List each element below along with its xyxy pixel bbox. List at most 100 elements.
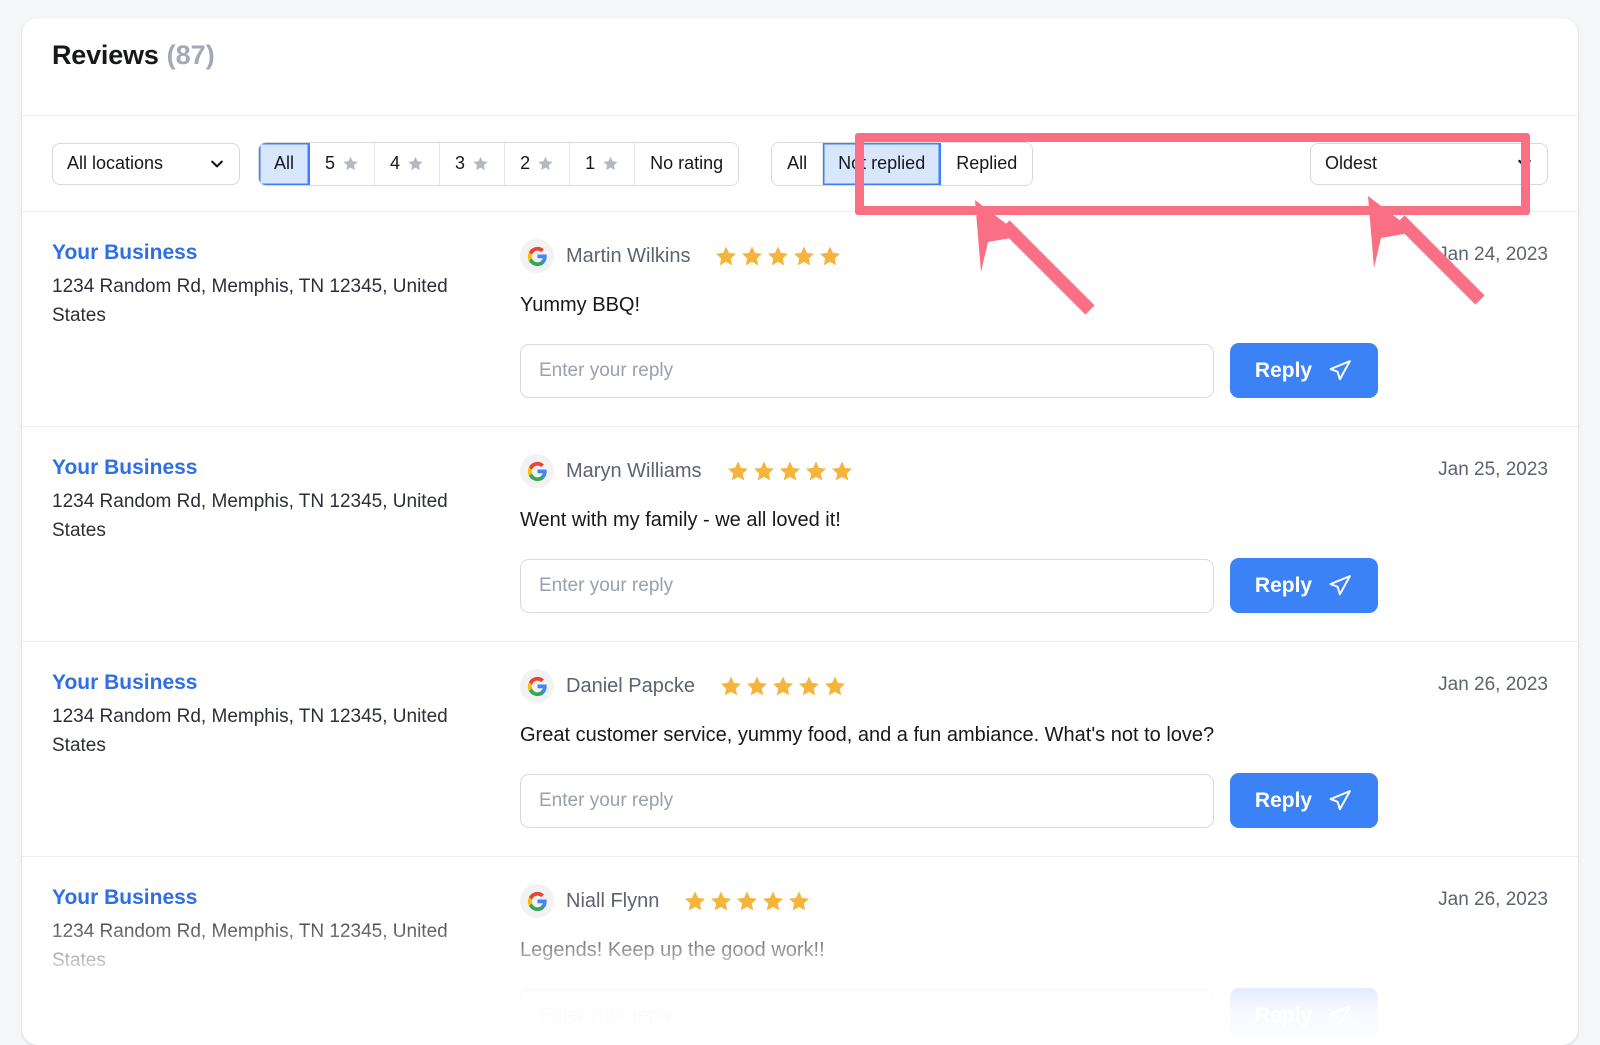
star-icon (746, 676, 767, 696)
reply-button[interactable]: Reply (1230, 558, 1378, 613)
page-title: Reviews (52, 40, 159, 70)
reply-button-label: Reply (1254, 788, 1313, 812)
reviewer-name: Martin Wilkins (566, 244, 691, 267)
rating-filter-group: All 5 4 3 2 1 No rating (258, 141, 740, 186)
reply-button[interactable]: Reply (1230, 343, 1378, 398)
rating-filter-label: 3 (455, 153, 466, 173)
review-content-column: Niall Flynn Legends! Keep up the good wor… (520, 883, 1378, 1043)
page-root: Reviews (87) All locations All 5 4 3 2 1 No rat… (0, 0, 1600, 1045)
rating-filter-no-rating[interactable]: No rating (635, 142, 739, 185)
reply-button[interactable]: Reply (1230, 773, 1378, 828)
reply-input[interactable] (520, 773, 1214, 828)
review-date: Jan 24, 2023 (1438, 244, 1548, 265)
reply-input[interactable] (520, 988, 1214, 1043)
reply-line: Reply (520, 343, 1378, 398)
business-name-link[interactable]: Your Business (52, 670, 520, 696)
send-icon (1329, 1005, 1351, 1026)
google-icon (520, 669, 554, 703)
reply-button[interactable]: Reply (1230, 988, 1378, 1043)
rating-filter-4[interactable]: 4 (375, 142, 441, 185)
google-icon (527, 246, 547, 266)
star-icon (742, 246, 763, 266)
rating-filter-label: No rating (650, 153, 724, 173)
business-name-link[interactable]: Your Business (52, 885, 520, 911)
business-name-link[interactable]: Your Business (52, 240, 520, 266)
rating-filter-2[interactable]: 2 (505, 142, 571, 185)
star-icon (772, 676, 793, 696)
reply-line: Reply (520, 558, 1378, 613)
reviews-list: Your Business 1234 Random Rd, Memphis, TN… (22, 212, 1578, 1045)
send-icon (1329, 575, 1351, 596)
business-name-link[interactable]: Your Business (52, 455, 520, 481)
rating-filter-all[interactable]: All (259, 142, 311, 185)
reply-button-label: Reply (1254, 358, 1313, 382)
rating-filter-3[interactable]: 3 (440, 142, 506, 185)
rating-stars (726, 459, 854, 483)
review-date: Jan 26, 2023 (1438, 889, 1548, 910)
star-icon (602, 155, 619, 172)
star-icon (768, 246, 789, 266)
star-icon (711, 891, 732, 911)
star-icon (794, 246, 815, 266)
google-icon (520, 454, 554, 488)
rating-filter-5[interactable]: 5 (310, 142, 376, 185)
filter-bar: All locations All 5 4 3 2 1 No rating All Not r… (22, 116, 1578, 212)
google-icon (520, 884, 554, 918)
review-row: Your Business 1234 Random Rd, Memphis, TN… (22, 427, 1578, 642)
review-content-column: Maryn Williams Went with my family - we a… (520, 453, 1378, 613)
reply-filter-replied[interactable]: Replied (941, 142, 1033, 185)
rating-filter-1[interactable]: 1 (570, 142, 636, 185)
star-icon (720, 676, 741, 696)
rating-filter-label: 5 (325, 153, 336, 173)
business-address: 1234 Random Rd, Memphis, TN 12345, Unite… (52, 706, 448, 756)
rating-filter-label: 1 (585, 153, 596, 173)
review-text: Great customer service, yummy food, and … (520, 724, 1215, 746)
google-icon (527, 676, 547, 696)
review-content-column: Daniel Papcke Great customer service, yum… (520, 668, 1378, 828)
reply-input[interactable] (520, 558, 1214, 613)
star-icon (716, 246, 737, 266)
reply-filter-not-replied[interactable]: Not replied (823, 142, 942, 185)
star-icon (824, 676, 845, 696)
review-content-column: Martin Wilkins Yummy BBQ! Reply (520, 238, 1378, 398)
star-icon (538, 156, 553, 171)
business-column: Your Business 1234 Random Rd, Memphis, TN… (52, 668, 520, 828)
star-icon (343, 156, 358, 171)
reply-filter-all[interactable]: All (772, 142, 824, 185)
reply-button-label: Reply (1254, 573, 1313, 597)
reviewer-line: Martin Wilkins (520, 238, 1378, 274)
star-icon (473, 156, 488, 171)
sort-select[interactable]: Oldest (1310, 142, 1548, 185)
rating-stars (714, 244, 842, 268)
review-text: Yummy BBQ! (520, 294, 641, 316)
review-row: Your Business 1234 Random Rd, Memphis, TN… (22, 857, 1578, 1045)
rating-filter-label: 4 (390, 153, 401, 173)
review-text: Went with my family - we all loved it! (520, 509, 841, 531)
star-icon (763, 891, 784, 911)
star-icon (342, 155, 359, 172)
review-date: Jan 25, 2023 (1438, 459, 1548, 480)
star-icon (753, 461, 774, 481)
reviewer-line: Maryn Williams (520, 453, 1378, 489)
rating-stars (719, 674, 847, 698)
google-icon (527, 461, 547, 481)
business-address: 1234 Random Rd, Memphis, TN 12345, Unite… (52, 491, 448, 541)
reviewer-name: Niall Flynn (566, 889, 660, 912)
star-icon (779, 461, 800, 481)
reply-status-filter-group: All Not replied Replied (771, 141, 1034, 186)
star-icon (537, 155, 554, 172)
star-icon (727, 461, 748, 481)
reviewer-line: Daniel Papcke (520, 668, 1378, 704)
chevron-down-icon (209, 156, 225, 172)
locations-select[interactable]: All locations (52, 142, 240, 185)
reviews-card: Reviews (87) All locations All 5 4 3 2 1 No rat… (22, 18, 1578, 1045)
rating-filter-label: All (274, 153, 295, 173)
reviewer-name: Daniel Papcke (566, 674, 695, 697)
sort-select-label: Oldest (1325, 153, 1378, 173)
star-icon (407, 155, 424, 172)
star-icon (805, 461, 826, 481)
business-address: 1234 Random Rd, Memphis, TN 12345, Unite… (52, 276, 448, 326)
reply-filter-label: Replied (956, 153, 1018, 173)
reply-input[interactable] (520, 343, 1214, 398)
reply-filter-label: Not replied (838, 153, 926, 173)
